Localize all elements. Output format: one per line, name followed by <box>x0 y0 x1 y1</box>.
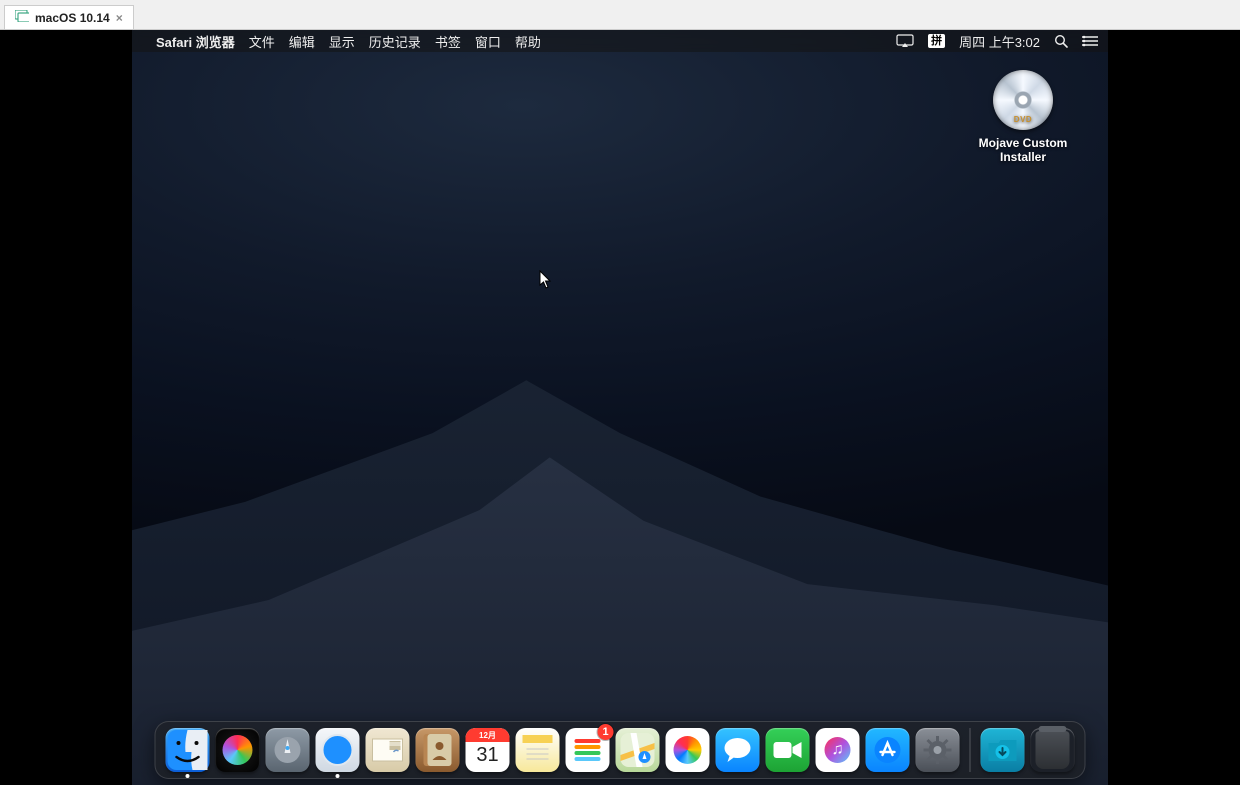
dock-app-finder[interactable] <box>166 728 210 772</box>
menubar: Safari 浏览器 文件 编辑 显示 历史记录 书签 窗口 帮助 拼 周四 上… <box>132 30 1108 52</box>
dock: 12月 31 1 <box>155 721 1086 779</box>
vm-stage: Safari 浏览器 文件 编辑 显示 历史记录 书签 窗口 帮助 拼 周四 上… <box>0 30 1240 785</box>
menu-help[interactable]: 帮助 <box>515 32 541 51</box>
dock-app-siri[interactable] <box>216 728 260 772</box>
dock-app-maps[interactable] <box>616 728 660 772</box>
spotlight-icon[interactable] <box>1054 34 1068 48</box>
gear-icon <box>923 735 953 765</box>
menu-file[interactable]: 文件 <box>249 32 275 51</box>
dock-downloads-stack[interactable] <box>981 728 1025 772</box>
calendar-day-label: 31 <box>476 744 498 767</box>
vm-host-tabbar: macOS 10.14 × <box>0 0 1240 30</box>
dock-app-facetime[interactable] <box>766 728 810 772</box>
maps-icon <box>621 733 655 767</box>
menu-window[interactable]: 窗口 <box>475 32 501 51</box>
dock-app-reminders[interactable]: 1 <box>566 728 610 772</box>
notes-icon <box>523 735 553 765</box>
dock-app-contacts[interactable] <box>416 728 460 772</box>
trash-icon <box>1036 731 1070 769</box>
dock-app-calendar[interactable]: 12月 31 <box>466 728 510 772</box>
dock-app-notes[interactable] <box>516 728 560 772</box>
dock-app-system-preferences[interactable] <box>916 728 960 772</box>
menu-view[interactable]: 显示 <box>329 32 355 51</box>
vm-tab-macos[interactable]: macOS 10.14 × <box>4 5 134 29</box>
menubar-app-name[interactable]: Safari 浏览器 <box>156 32 235 51</box>
menubar-clock[interactable]: 周四 上午3:02 <box>959 32 1040 51</box>
dock-app-messages[interactable] <box>716 728 760 772</box>
photos-icon <box>674 736 702 764</box>
input-method-indicator[interactable]: 拼 <box>928 34 945 48</box>
dock-app-safari[interactable] <box>316 728 360 772</box>
running-indicator-dot <box>336 774 340 778</box>
facetime-icon <box>773 739 803 761</box>
menu-edit[interactable]: 编辑 <box>289 32 315 51</box>
dock-app-photos[interactable] <box>666 728 710 772</box>
menu-history[interactable]: 历史记录 <box>369 32 421 51</box>
calendar-month-label: 12月 <box>466 728 510 742</box>
desktop-wallpaper <box>132 30 1108 785</box>
dock-app-itunes[interactable]: ♫ <box>816 728 860 772</box>
dock-app-appstore[interactable] <box>866 728 910 772</box>
itunes-icon: ♫ <box>825 737 851 763</box>
dock-app-mail[interactable] <box>366 728 410 772</box>
desktop-icon-mojave-installer[interactable]: Mojave Custom Installer <box>968 70 1078 164</box>
safari-icon <box>321 733 355 767</box>
siri-icon <box>223 735 253 765</box>
menu-bookmarks[interactable]: 书签 <box>435 32 461 51</box>
dvd-disc-icon <box>993 70 1053 130</box>
guest-screen[interactable]: Safari 浏览器 文件 编辑 显示 历史记录 书签 窗口 帮助 拼 周四 上… <box>132 30 1108 785</box>
running-indicator-dot <box>186 774 190 778</box>
dock-app-launchpad[interactable] <box>266 728 310 772</box>
close-icon[interactable]: × <box>116 11 123 25</box>
reminders-badge: 1 <box>598 724 614 740</box>
appstore-icon <box>874 736 902 764</box>
airplay-icon[interactable] <box>896 34 914 48</box>
mail-stamp-icon <box>372 738 404 762</box>
contacts-icon <box>424 734 452 766</box>
vm-tab-label: macOS 10.14 <box>35 11 110 25</box>
notification-center-icon[interactable] <box>1082 35 1098 47</box>
messages-icon <box>723 736 753 764</box>
finder-icon <box>168 730 208 770</box>
dock-separator <box>970 728 971 772</box>
desktop-icon-label-line1: Mojave Custom <box>968 136 1078 150</box>
downloads-folder-icon <box>987 737 1019 763</box>
launchpad-icon <box>273 735 303 765</box>
desktop-icon-label-line2: Installer <box>968 150 1078 164</box>
reminders-icon <box>575 739 601 761</box>
vm-monitor-icon <box>15 10 29 25</box>
dock-trash[interactable] <box>1031 728 1075 772</box>
